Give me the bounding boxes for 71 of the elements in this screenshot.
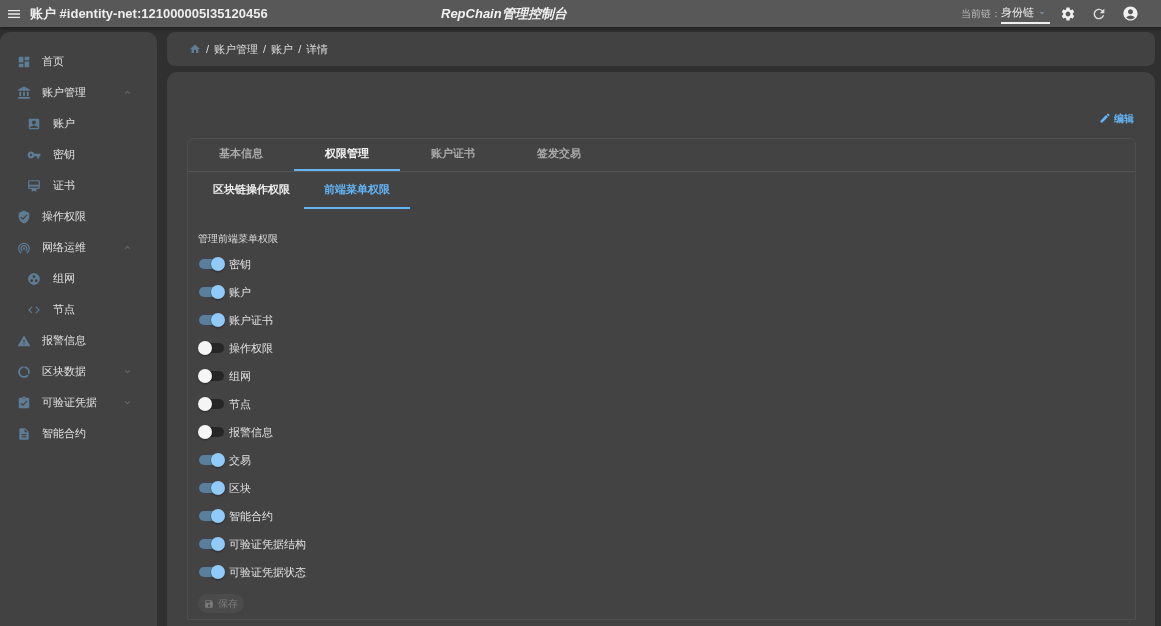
toggle-label: 交易 xyxy=(229,452,251,468)
toggle-label: 密钥 xyxy=(229,256,251,272)
toggle-switch[interactable] xyxy=(198,397,225,411)
app-title: RepChain管理控制台 xyxy=(441,4,567,23)
chain-select[interactable]: 身份链 xyxy=(1001,3,1050,24)
settings-icon xyxy=(1060,5,1076,22)
toggle-label: 账户证书 xyxy=(229,312,273,328)
breadcrumb-separator: / xyxy=(263,41,267,57)
chain-label: 当前链： xyxy=(961,7,1001,21)
contact-card-icon xyxy=(27,116,41,131)
tab[interactable]: 权限管理 xyxy=(294,139,400,171)
sidebar-subitem[interactable]: 组网 xyxy=(0,263,157,294)
broadcast-icon xyxy=(17,240,31,255)
certificate-icon xyxy=(27,178,41,193)
breadcrumb-separator: / xyxy=(298,41,302,57)
sub-tab[interactable]: 区块链操作权限 xyxy=(198,172,304,209)
shield-check-icon xyxy=(17,209,31,224)
edit-button[interactable]: 编辑 xyxy=(1099,110,1134,126)
sidebar-item[interactable]: 区块数据 xyxy=(0,356,157,387)
home-icon xyxy=(189,43,201,55)
toggle-switch[interactable] xyxy=(198,509,225,523)
breadcrumb-link[interactable]: 账户管理 xyxy=(214,40,259,58)
page-title: 账户 #identity-net:121000005l35120456 xyxy=(30,4,268,23)
sidebar-item[interactable]: 账户管理 xyxy=(0,77,157,108)
toggle-label: 账户 xyxy=(229,284,251,300)
breadcrumb-link[interactable]: 账户 xyxy=(271,40,294,58)
sub-tab[interactable]: 前端菜单权限 xyxy=(304,172,410,209)
section-heading: 管理前端菜单权限 xyxy=(198,233,279,245)
clipboard-check-icon xyxy=(17,395,31,410)
sidebar-subitem[interactable]: 账户 xyxy=(0,108,157,139)
settings-button[interactable] xyxy=(1060,5,1076,22)
dashboard-icon xyxy=(17,54,31,69)
toggle-switch[interactable] xyxy=(198,425,225,439)
ring-icon xyxy=(17,364,31,379)
sidebar-item[interactable]: 首页 xyxy=(0,46,157,77)
toggle-label: 区块 xyxy=(229,480,251,496)
bank-icon xyxy=(17,85,31,100)
toggle-label: 可验证凭据结构 xyxy=(229,536,306,552)
toggle-label: 可验证凭据状态 xyxy=(229,564,306,580)
breadcrumb-link[interactable]: 详情 xyxy=(306,40,329,58)
sidebar-subitem[interactable]: 节点 xyxy=(0,294,157,325)
toggle-label: 组网 xyxy=(229,368,251,384)
toggle-switch[interactable] xyxy=(198,537,225,551)
account-button[interactable] xyxy=(1122,5,1139,22)
toggle-switch[interactable] xyxy=(198,257,225,271)
toggle-switch[interactable] xyxy=(198,341,225,355)
tab[interactable]: 基本信息 xyxy=(188,139,294,171)
sidebar-subitem[interactable]: 密钥 xyxy=(0,139,157,170)
toggle-label: 报警信息 xyxy=(229,424,273,440)
toggle-switch[interactable] xyxy=(198,285,225,299)
pencil-icon xyxy=(1099,112,1111,124)
sidebar-item[interactable]: 报警信息 xyxy=(0,325,157,356)
tab[interactable]: 账户证书 xyxy=(400,139,506,171)
toggle-switch[interactable] xyxy=(198,453,225,467)
sidebar-item[interactable]: 智能合约 xyxy=(0,418,157,449)
toggle-label: 节点 xyxy=(229,396,251,412)
toggle-switch[interactable] xyxy=(198,565,225,579)
document-icon xyxy=(17,426,31,441)
warning-icon xyxy=(17,333,31,348)
sidebar-subitem[interactable]: 证书 xyxy=(0,170,157,201)
sidebar-item[interactable]: 操作权限 xyxy=(0,201,157,232)
toggle-label: 操作权限 xyxy=(229,340,273,356)
toggle-switch[interactable] xyxy=(198,369,225,383)
toggle-switch[interactable] xyxy=(198,313,225,327)
account-icon xyxy=(1122,5,1139,22)
breadcrumb-separator: / xyxy=(206,41,210,57)
toggle-label: 智能合约 xyxy=(229,508,273,524)
tab[interactable]: 签发交易 xyxy=(506,139,612,171)
sidebar-item[interactable]: 网络运维 xyxy=(0,232,157,263)
sidebar-item[interactable]: 可验证凭据 xyxy=(0,387,157,418)
toggle-switch[interactable] xyxy=(198,481,225,495)
